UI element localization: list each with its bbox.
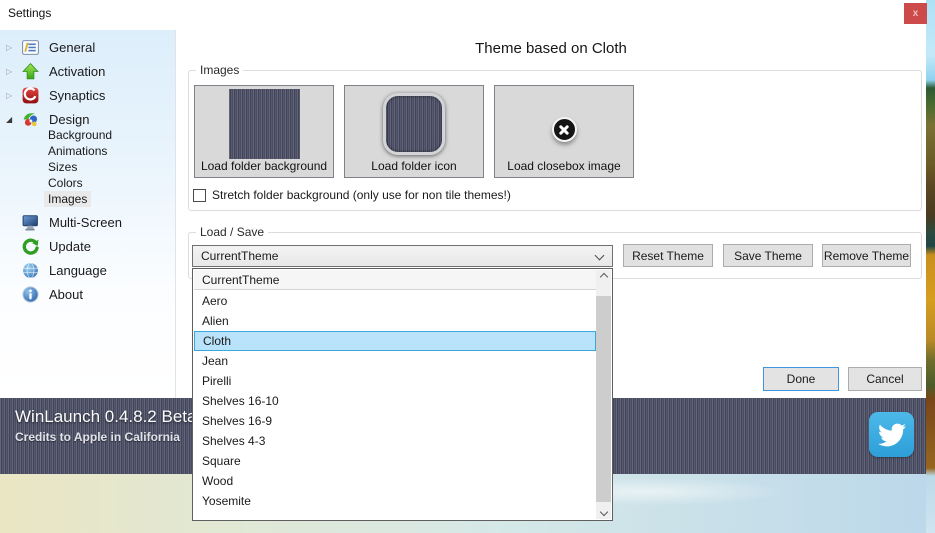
close-button[interactable]: x <box>904 3 927 24</box>
expander-collapsed-icon[interactable] <box>6 43 20 52</box>
button-label: Load folder background <box>200 159 328 173</box>
load-folder-background-button[interactable]: Load folder background <box>194 85 334 178</box>
combobox-value: CurrentTheme <box>201 249 279 263</box>
dropdown-item-alien[interactable]: Alien <box>194 311 596 331</box>
loadsave-groupbox-label: Load / Save <box>196 225 269 239</box>
images-groupbox-label: Images <box>196 63 244 77</box>
sidebar-item-label: Synaptics <box>49 87 106 103</box>
twitter-bird-icon <box>877 423 906 446</box>
about-info-icon <box>21 285 40 304</box>
dropdown-item-cloth[interactable]: Cloth <box>194 331 596 351</box>
folder-icon-preview <box>383 92 445 155</box>
winlaunch-settings-screen: Settings x General Activation <box>0 0 935 533</box>
update-icon <box>21 237 40 256</box>
sidebar-item-label: About <box>49 286 83 302</box>
load-closebox-image-button[interactable]: Load closebox image <box>494 85 634 178</box>
multi-screen-icon <box>21 213 40 232</box>
sidebar-item-label: Design <box>49 111 90 127</box>
scroll-down-arrow-icon[interactable] <box>596 505 611 519</box>
dropdown-item-yosemite[interactable]: Yosemite <box>194 491 596 511</box>
close-icon: x <box>912 8 919 19</box>
theme-dropdown-list: CurrentTheme Aero Alien Cloth Jean Pirel… <box>192 268 613 521</box>
desktop-wallpaper-right <box>926 0 935 533</box>
dropdown-item-aero[interactable]: Aero <box>194 291 596 311</box>
window-title: Settings <box>8 6 52 20</box>
button-label: Remove Theme <box>823 248 910 263</box>
page-title: Theme based on Cloth <box>475 40 627 57</box>
sidebar-item-label: Language <box>49 262 107 278</box>
scroll-up-arrow-icon[interactable] <box>596 270 611 284</box>
button-label: Load folder icon <box>371 159 457 173</box>
closebox-preview-icon <box>551 117 577 142</box>
sidebar-item-language[interactable]: Language <box>0 259 175 281</box>
sidebar-item-label: Activation <box>49 63 106 79</box>
dropdown-item-pirelli[interactable]: Pirelli <box>194 371 596 391</box>
save-theme-button[interactable]: Save Theme <box>723 244 813 267</box>
reset-theme-button[interactable]: Reset Theme <box>623 244 713 267</box>
sidebar-item-label: Update <box>49 238 91 254</box>
button-label: Load closebox image <box>507 159 621 173</box>
sidebar-item-label: Background <box>48 128 113 142</box>
app-version-text: WinLaunch 0.4.8.2 Beta <box>15 407 197 426</box>
sidebar-item-update[interactable]: Update <box>0 235 175 257</box>
expander-collapsed-icon[interactable] <box>6 91 20 100</box>
sidebar-item-label: Colors <box>48 176 83 190</box>
expander-collapsed-icon[interactable] <box>6 67 20 76</box>
activation-icon <box>21 62 40 81</box>
stretch-folder-background-checkbox[interactable]: Stretch folder background (only use for … <box>193 188 511 202</box>
sidebar-item-about[interactable]: About <box>0 283 175 305</box>
credits-text: Credits to Apple in California <box>15 430 180 444</box>
checkbox-label: Stretch folder background (only use for … <box>212 188 511 202</box>
sidebar-item-animations[interactable]: Animations <box>48 143 107 159</box>
dropdown-item-currenttheme[interactable]: CurrentTheme <box>194 270 596 290</box>
sidebar-item-label: Sizes <box>48 160 78 174</box>
scrollbar-thumb[interactable] <box>596 296 611 502</box>
theme-combobox[interactable]: CurrentTheme <box>192 245 613 267</box>
twitter-button[interactable] <box>869 412 914 457</box>
sidebar-item-general[interactable]: General <box>0 36 175 58</box>
dropdown-scrollbar[interactable] <box>596 270 611 519</box>
button-label: Save Theme <box>734 248 802 263</box>
general-icon <box>21 38 40 57</box>
button-label: Cancel <box>866 372 904 386</box>
sidebar-item-images[interactable]: Images <box>44 191 92 207</box>
expander-expanded-icon[interactable] <box>6 115 20 124</box>
dropdown-item-shelves-4-3[interactable]: Shelves 4-3 <box>194 431 596 451</box>
sidebar-item-label: Images <box>48 192 88 206</box>
dropdown-item-jean[interactable]: Jean <box>194 351 596 371</box>
dropdown-item-shelves-16-9[interactable]: Shelves 16-9 <box>194 411 596 431</box>
cancel-button[interactable]: Cancel <box>848 367 922 391</box>
sidebar-item-label: Multi-Screen <box>49 214 122 230</box>
load-folder-icon-button[interactable]: Load folder icon <box>344 85 484 178</box>
sidebar-item-label: Animations <box>48 144 108 158</box>
settings-nav-tree: General Activation Synaptics <box>0 30 176 398</box>
chevron-down-icon <box>594 250 605 261</box>
dropdown-item-shelves-16-10[interactable]: Shelves 16-10 <box>194 391 596 411</box>
dropdown-item-wood[interactable]: Wood <box>194 471 596 491</box>
synaptics-icon <box>21 86 40 105</box>
button-label: Reset Theme <box>632 248 704 263</box>
done-button[interactable]: Done <box>763 367 839 391</box>
sidebar-item-colors[interactable]: Colors <box>48 175 83 191</box>
sidebar-item-multi-screen[interactable]: Multi-Screen <box>0 211 175 233</box>
button-label: Done <box>786 372 816 386</box>
folder-background-preview <box>228 88 300 159</box>
sidebar-item-activation[interactable]: Activation <box>0 60 175 82</box>
sidebar-item-label: General <box>49 39 96 55</box>
dropdown-item-square[interactable]: Square <box>194 451 596 471</box>
language-globe-icon <box>21 261 40 280</box>
sidebar-item-synaptics[interactable]: Synaptics <box>0 84 175 106</box>
checkbox-box[interactable] <box>193 188 206 202</box>
sidebar-item-background[interactable]: Background <box>48 127 112 143</box>
sidebar-item-sizes[interactable]: Sizes <box>48 159 77 175</box>
remove-theme-button[interactable]: Remove Theme <box>822 244 911 267</box>
design-icon <box>21 110 40 129</box>
